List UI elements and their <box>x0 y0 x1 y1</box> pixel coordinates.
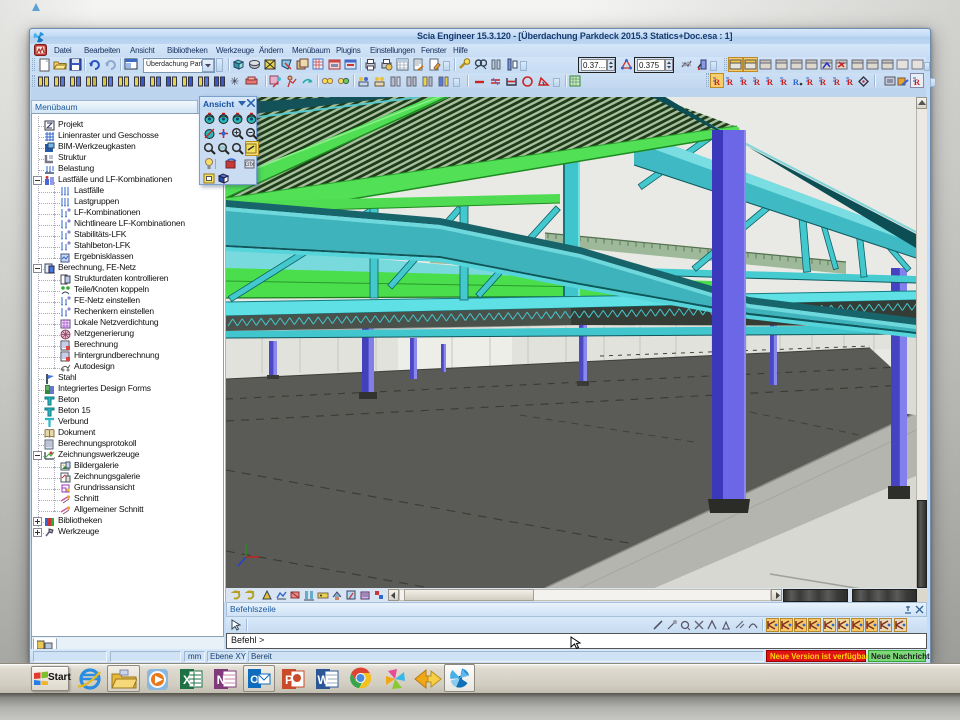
svg-text:R: R <box>793 77 800 87</box>
svg-text:P: P <box>285 673 293 687</box>
svg-text:Gfx: Gfx <box>245 162 254 168</box>
svg-text:N: N <box>217 673 226 687</box>
svg-text:X: X <box>183 673 191 687</box>
svg-text:W: W <box>317 673 329 687</box>
